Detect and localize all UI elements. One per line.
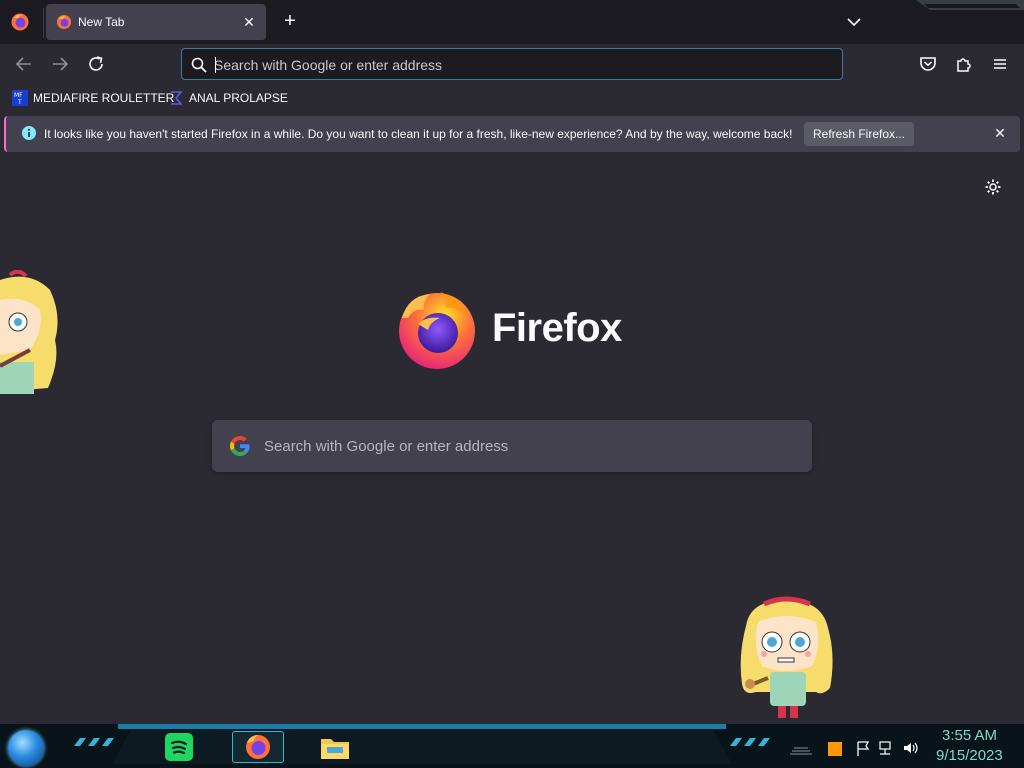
notification-message: It looks like you haven't started Firefo… [44, 127, 793, 141]
action-center-flag-icon[interactable] [857, 741, 870, 756]
reload-icon[interactable] [84, 52, 108, 76]
address-bar[interactable] [181, 48, 843, 80]
bookmark-label: ANAL PROLAPSE [189, 91, 288, 105]
new-tab-search-input[interactable] [264, 434, 784, 458]
file-explorer-icon[interactable] [318, 731, 352, 763]
bookmark-label: MEDIAFIRE ROULETTER [33, 91, 175, 105]
menu-icon[interactable] [988, 52, 1012, 76]
decorative-chevrons-left-icon [74, 738, 114, 746]
firefox-taskbar-icon[interactable] [232, 731, 284, 763]
extensions-icon[interactable] [952, 52, 976, 76]
tab-separator [43, 8, 44, 38]
refresh-notification-bar: It looks like you haven't started Firefo… [4, 116, 1020, 152]
start-button[interactable] [8, 730, 44, 766]
spotify-icon[interactable] [162, 731, 196, 763]
sigma-icon [171, 91, 183, 105]
cartoon-girl-sticker-right [740, 596, 833, 718]
new-tab-button[interactable]: + [278, 10, 302, 34]
decorative-chevrons-right-icon [730, 738, 770, 746]
clock-time[interactable]: 3:55 AM [942, 727, 997, 744]
tab-title: New Tab [78, 15, 125, 29]
pocket-icon[interactable] [916, 52, 940, 76]
firefox-view-icon[interactable] [10, 12, 30, 32]
tab-strip: New Tab ✕ + [0, 0, 1024, 44]
network-icon[interactable] [879, 741, 891, 755]
bookmark-anal-prolapse[interactable]: ANAL PROLAPSE [168, 89, 288, 107]
bookmarks-toolbar: MF T MEDIAFIRE ROULETTER ANAL PROLAPSE [0, 84, 1024, 112]
list-all-tabs-icon[interactable] [842, 11, 866, 33]
firefox-logo-icon [399, 292, 475, 369]
firefox-favicon-icon [57, 15, 71, 29]
forward-icon[interactable] [48, 52, 72, 76]
sublime-text-icon[interactable] [828, 742, 842, 756]
close-tab-icon[interactable]: ✕ [240, 13, 258, 31]
taskbar-accent-strip [118, 724, 726, 729]
refresh-firefox-button[interactable]: Refresh Firefox... [804, 122, 914, 146]
settings-gear-icon[interactable] [984, 178, 1002, 196]
window-frame-decoration [916, 0, 1024, 10]
firefox-wordmark: Firefox [492, 306, 622, 350]
system-tray [790, 741, 918, 756]
new-tab-search-box[interactable] [212, 420, 812, 472]
search-icon [191, 57, 207, 73]
clock-date[interactable]: 9/15/2023 [936, 747, 1003, 764]
bookmark-mediafire-rouletter[interactable]: MF T MEDIAFIRE ROULETTER [12, 89, 174, 107]
back-icon[interactable] [12, 52, 36, 76]
tab-new-tab[interactable]: New Tab ✕ [46, 4, 266, 40]
mediafire-favicon-icon: MF T [12, 90, 28, 106]
taskbar: 3:55 AM 9/15/2023 [0, 724, 1024, 768]
address-input[interactable] [214, 54, 814, 76]
close-notification-icon[interactable]: ✕ [992, 125, 1008, 141]
text-caret [215, 57, 216, 73]
info-icon [22, 126, 36, 140]
volume-icon[interactable] [904, 742, 918, 754]
google-logo-icon [230, 436, 250, 456]
cartoon-girl-sticker-left [0, 270, 58, 394]
svg-text:MF: MF [14, 92, 23, 99]
show-desktop-icon[interactable] [790, 747, 812, 755]
taskbar-dock [112, 730, 732, 764]
navigation-toolbar [0, 44, 1024, 84]
svg-text:T: T [17, 99, 22, 106]
new-tab-page: Firefox [0, 156, 1024, 724]
